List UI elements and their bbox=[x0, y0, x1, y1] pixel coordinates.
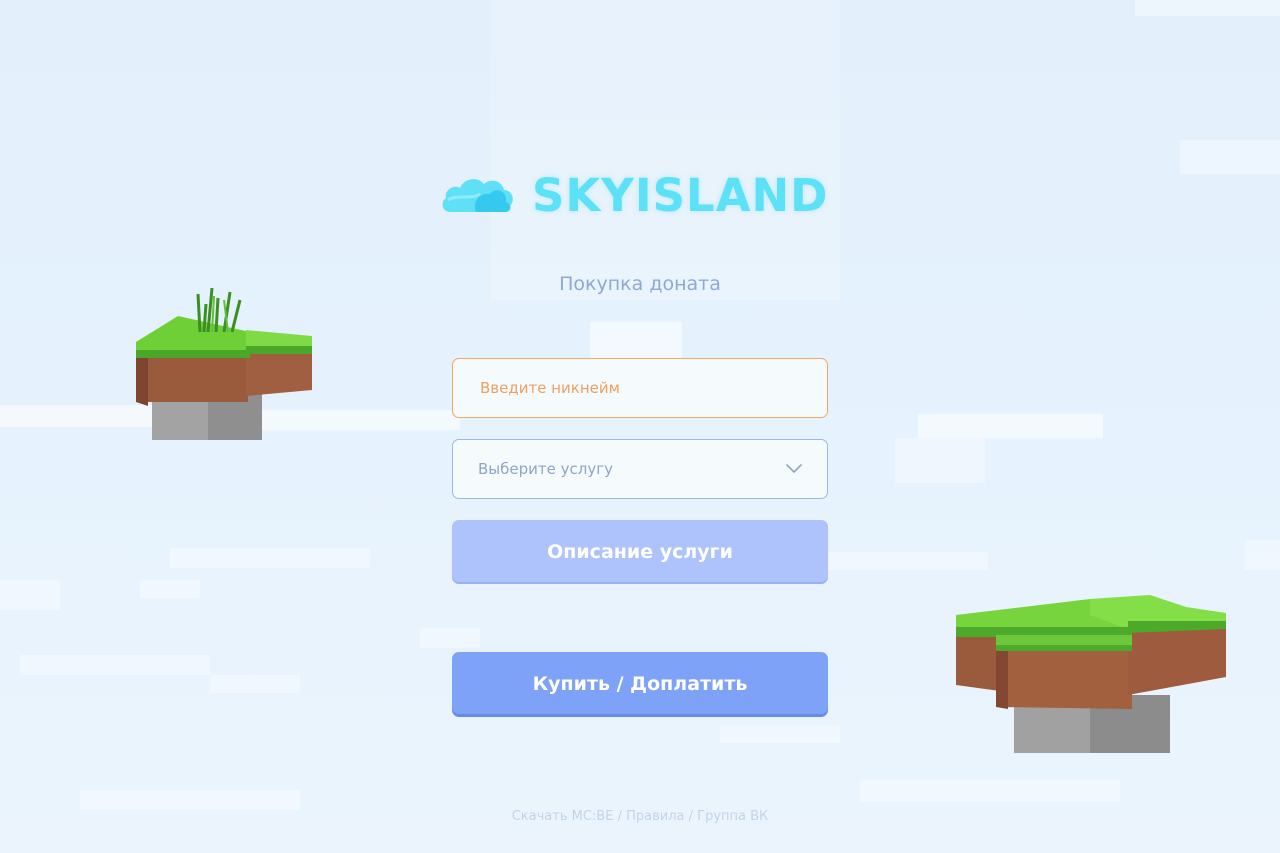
bg-cloud-shape bbox=[860, 780, 1120, 802]
footer-links: Скачать MC:BE / Правила / Группа ВК bbox=[0, 809, 1280, 824]
bg-cloud-shape bbox=[895, 438, 985, 483]
bg-cloud-shape bbox=[420, 628, 480, 648]
bg-cloud-shape bbox=[210, 675, 300, 693]
cloud-icon bbox=[442, 179, 513, 212]
nickname-field[interactable] bbox=[452, 358, 828, 418]
bg-cloud-shape bbox=[80, 790, 300, 810]
footer-separator: / bbox=[684, 809, 698, 824]
purchase-page: SKYISLAND Покупка доната Выберите услугу… bbox=[0, 0, 1280, 853]
rules-link[interactable]: Правила bbox=[626, 809, 684, 824]
nickname-input[interactable] bbox=[478, 378, 802, 398]
bg-cloud-shape bbox=[1245, 540, 1280, 570]
bg-cloud-shape bbox=[140, 580, 200, 598]
bg-cloud-shape bbox=[0, 580, 60, 610]
vk-group-link[interactable]: Группа ВК bbox=[697, 809, 768, 824]
bg-cloud-shape bbox=[490, 0, 840, 300]
right-island-image bbox=[956, 595, 1226, 753]
download-mcbe-link[interactable]: Скачать MC:BE bbox=[512, 809, 614, 824]
brand-logo[interactable]: SKYISLAND bbox=[440, 168, 840, 224]
brand-name: SKYISLAND bbox=[532, 169, 829, 222]
service-select[interactable]: Выберите услугу bbox=[452, 439, 828, 499]
bg-cloud-shape bbox=[170, 548, 370, 568]
chevron-down-icon bbox=[786, 464, 802, 473]
service-description-button[interactable]: Описание услуги bbox=[452, 520, 828, 582]
service-select-placeholder: Выберите услугу bbox=[478, 460, 613, 478]
footer-separator: / bbox=[613, 809, 627, 824]
bg-cloud-shape bbox=[20, 655, 210, 675]
bg-cloud-shape bbox=[918, 414, 1103, 438]
bg-cloud-shape bbox=[1180, 140, 1280, 174]
left-island-image bbox=[136, 287, 312, 440]
bg-cloud-shape bbox=[590, 322, 682, 358]
bg-cloud-shape bbox=[1135, 0, 1280, 16]
bg-cloud-shape bbox=[828, 552, 988, 570]
bg-cloud-shape bbox=[720, 725, 840, 743]
buy-button[interactable]: Купить / Доплатить bbox=[452, 652, 828, 714]
